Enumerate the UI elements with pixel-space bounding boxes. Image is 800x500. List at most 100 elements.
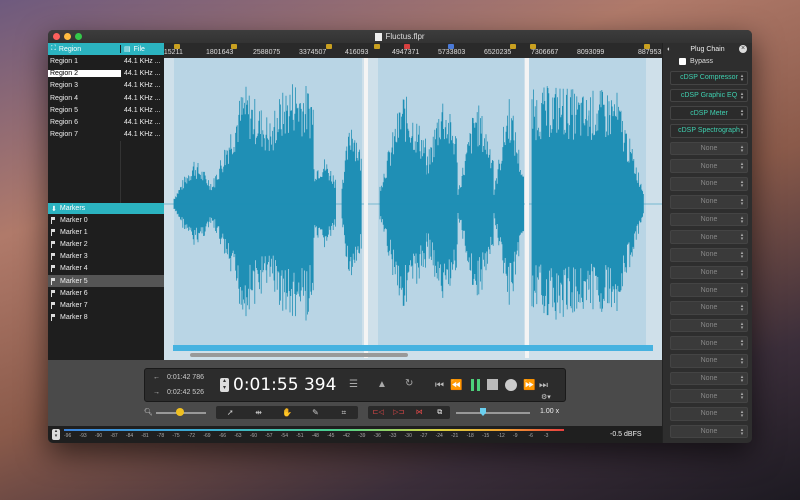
marker-row[interactable]: Marker 8 — [48, 312, 164, 324]
selection-end-time[interactable]: 0:02:42 526 — [167, 389, 204, 396]
region-row[interactable]: Region 4 44.1 KHz ... — [48, 92, 164, 104]
meter-scale-label: -3 — [544, 433, 549, 439]
waveform[interactable] — [164, 58, 662, 350]
plugin-slot-label: None — [700, 304, 718, 312]
skip-forward-button[interactable]: ⏭ — [539, 380, 548, 391]
region-row[interactable]: Region 2 44.1 KHz ... — [48, 67, 164, 79]
plugin-slot[interactable]: None ▴ ▾ — [670, 283, 748, 297]
window-controls — [53, 33, 82, 40]
plugin-slot[interactable]: cDSP Graphic EQ ▴ ▾ — [670, 88, 748, 103]
region-name: Region 4 — [50, 94, 79, 102]
ruler-marker-icon[interactable] — [404, 44, 410, 49]
ruler-marker-icon[interactable] — [326, 44, 332, 49]
ruler-marker-icon[interactable] — [374, 44, 380, 49]
plugin-slot[interactable]: None ▴ ▾ — [670, 177, 748, 191]
zoom-slider-knob[interactable] — [176, 408, 184, 416]
plugin-slot[interactable]: None ▴ ▾ — [670, 424, 748, 439]
plugin-slot-label: None — [700, 198, 718, 206]
marker-row[interactable]: Marker 0 — [48, 214, 164, 226]
speed-slider[interactable] — [456, 412, 530, 414]
ruler-marker-icon[interactable] — [231, 44, 237, 49]
marker-row[interactable]: Marker 5 — [48, 274, 164, 288]
edit-tools: ➚ ⇹ ✋ ✎ ⌗ — [216, 406, 358, 419]
stop-button[interactable] — [487, 379, 498, 390]
ruler-label: 8879531 — [638, 49, 662, 56]
select-tool-icon[interactable]: ⇹ — [244, 406, 272, 419]
close-window-button[interactable] — [53, 33, 60, 40]
maximize-window-button[interactable] — [75, 33, 82, 40]
plugin-slot[interactable]: None ▴ ▾ — [670, 159, 748, 174]
slot-dropdown-icon: ▴ ▾ — [740, 409, 744, 420]
pause-button[interactable] — [471, 379, 481, 391]
plugin-slot[interactable]: None ▴ ▾ — [670, 371, 748, 386]
close-panel-button[interactable]: × — [739, 45, 747, 53]
plugin-slot[interactable]: None ▴ ▾ — [670, 194, 748, 209]
plugin-slot[interactable]: None ▴ ▾ — [670, 407, 748, 421]
region-row[interactable]: Region 5 44.1 KHz ... — [48, 104, 164, 116]
marker-row[interactable]: Marker 7 — [48, 299, 164, 311]
plugin-slot-label: None — [700, 392, 718, 400]
horizontal-scrollbar[interactable] — [190, 353, 408, 357]
plugin-slot[interactable]: None ▴ ▾ — [670, 230, 748, 244]
time-format-toggle[interactable]: ▴ ▾ — [220, 378, 229, 392]
crossfade-icon[interactable]: ⋈ — [409, 406, 430, 419]
marker-row[interactable]: Marker 4 — [48, 263, 164, 275]
region-row[interactable]: Region 1 44.1 KHz ... — [48, 55, 164, 67]
plugin-slot[interactable]: cDSP Spectrograph ▴ ▾ — [670, 124, 748, 138]
minimize-window-button[interactable] — [64, 33, 71, 40]
region-column-header[interactable]: ⛶ Region — [48, 45, 121, 53]
pointer-tool-icon[interactable]: ➚ — [216, 406, 244, 419]
hand-tool-icon[interactable]: ✋ — [273, 406, 301, 419]
ruler-marker-icon[interactable] — [510, 44, 516, 49]
record-button[interactable] — [505, 379, 517, 391]
plugin-slot[interactable]: cDSP Meter ▴ ▾ — [670, 106, 748, 121]
slot-dropdown-icon: ▴ ▾ — [740, 338, 744, 349]
ruler-marker-icon[interactable] — [448, 44, 454, 49]
file-column-header[interactable]: ▤ File — [121, 45, 145, 54]
settings-gear-icon[interactable]: ⚙▾ — [541, 393, 551, 401]
list-icon[interactable]: ☰ — [349, 379, 358, 390]
marker-row[interactable]: Marker 3 — [48, 251, 164, 263]
plugin-slot[interactable]: cDSP Compressor ▴ ▾ — [670, 71, 748, 85]
selection-start-time[interactable]: 0:01:42 786 — [167, 374, 204, 381]
overview-bar[interactable] — [173, 345, 653, 351]
skip-back-button[interactable]: ⏮ — [435, 380, 444, 391]
ruler-marker-icon[interactable] — [644, 44, 650, 49]
plugin-slot[interactable]: None ▴ ▾ — [670, 247, 748, 262]
region-icon: ⛶ — [51, 45, 56, 52]
bypass-checkbox[interactable] — [679, 57, 686, 65]
meter-mode-toggle[interactable]: ▴ ▾ — [52, 429, 60, 440]
plugin-slot[interactable]: None ▴ ▾ — [670, 141, 748, 156]
marker-row[interactable]: Marker 2 — [48, 238, 164, 250]
region-divider[interactable] — [364, 58, 368, 358]
plugin-slot[interactable]: None ▴ ▾ — [670, 265, 748, 280]
rewind-button[interactable]: ⏪ — [450, 380, 462, 391]
marker-row[interactable]: Marker 6 — [48, 287, 164, 299]
crop-tool-icon[interactable]: ⌗ — [330, 406, 358, 419]
plugin-slot[interactable]: None ▴ ▾ — [670, 354, 748, 368]
loop-icon[interactable]: ↻ — [405, 378, 413, 389]
marker-row[interactable]: Marker 1 — [48, 226, 164, 238]
plugin-slot[interactable]: None ▴ ▾ — [670, 212, 748, 227]
speed-slider-knob[interactable] — [480, 408, 486, 416]
split-icon[interactable]: ⧉ — [430, 406, 451, 419]
region-row[interactable]: Region 7 44.1 KHz ... — [48, 129, 164, 141]
region-row[interactable]: Region 6 44.1 KHz ... — [48, 116, 164, 128]
ruler-marker-icon[interactable] — [530, 44, 536, 49]
plugin-slot[interactable]: None ▴ ▾ — [670, 318, 748, 333]
ruler-marker-icon[interactable] — [174, 44, 180, 49]
ruler-label: 7306667 — [531, 49, 559, 56]
fade-out-icon[interactable]: ▷⊐ — [389, 406, 410, 419]
timeline-ruler[interactable]: 015211 1801643 2588075 3374507 416093 4947371… — [164, 43, 662, 58]
fade-in-icon[interactable]: ⊏◁ — [368, 406, 389, 419]
waveform-editor[interactable]: 015211 1801643 2588075 3374507 416093 4947371… — [164, 43, 662, 360]
meter-scale-label: -63 — [234, 433, 242, 439]
plugin-slot[interactable]: None ▴ ▾ — [670, 300, 748, 315]
metronome-icon[interactable]: ▲ — [377, 379, 387, 390]
pencil-tool-icon[interactable]: ✎ — [301, 406, 329, 419]
region-divider[interactable] — [525, 58, 529, 358]
plugin-slot[interactable]: None ▴ ▾ — [670, 336, 748, 350]
fast-forward-button[interactable]: ⏩ — [523, 380, 535, 391]
plugin-slot[interactable]: None ▴ ▾ — [670, 389, 748, 404]
region-row[interactable]: Region 3 44.1 KHz ... — [48, 80, 164, 92]
